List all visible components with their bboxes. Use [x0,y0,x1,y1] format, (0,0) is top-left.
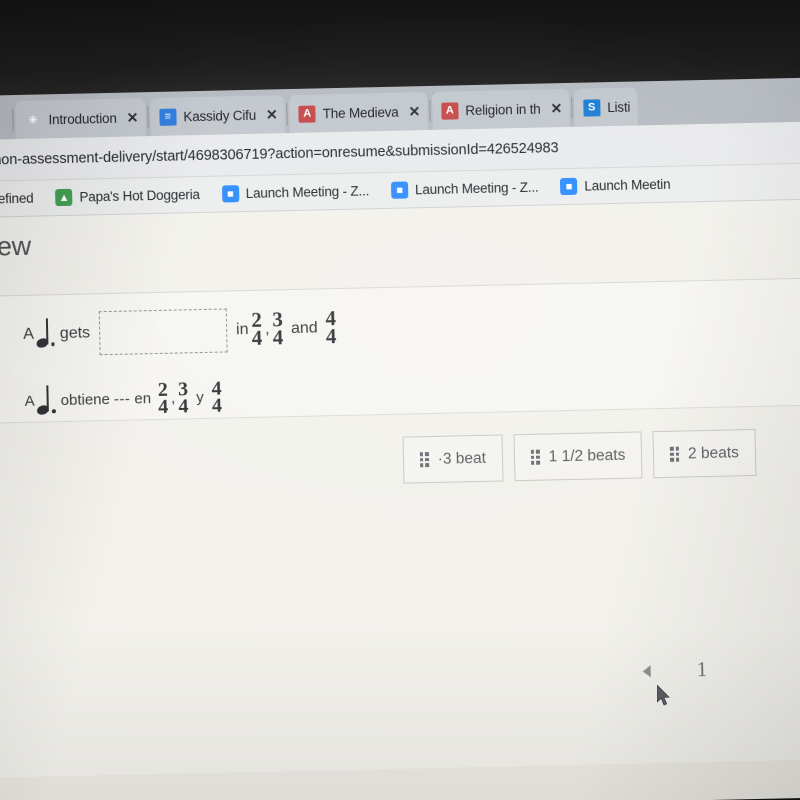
dotted-quarter-note-icon [35,385,59,417]
document-icon: ≡ [159,108,177,126]
bookmark-label: Launch Meeting - Z... [245,183,370,202]
time-signature-4-4: 4 4 [211,378,223,417]
bookmark-label: Papa's Hot Doggeria [79,187,200,205]
time-signature-bottom: 4 [272,325,284,350]
page-number: 1 [696,657,708,682]
answer-dropzone[interactable] [98,308,228,356]
zoom-icon: ■ [221,185,239,203]
time-signature-bottom: 4 [158,395,169,418]
tab-label: The Medieva [322,104,399,121]
time-signature-bottom: 4 [251,325,263,350]
tab-separator [12,109,14,132]
time-signature-3-4: 3 4 [272,308,284,350]
time-signature-bottom: 4 [325,324,337,349]
tab-label: Introduction [48,110,117,127]
screen-photo: ✕ ☀ Introduction ✕ ≡ Kassidy Cifu ✕ A Th… [0,0,800,800]
question-line-english: A gets in 2 4 , 3 4 and 4 4 [23,306,340,357]
browser-tab-listing[interactable]: S Listi [573,87,638,127]
bookmark-launch-meeting-3[interactable]: ■ Launch Meetin [549,167,682,205]
browser-window: ✕ ☀ Introduction ✕ ≡ Kassidy Cifu ✕ A Th… [0,77,800,800]
answer-option-1-1-2-beats[interactable]: 1 1/2 beats [513,431,643,482]
separator: , [170,389,176,407]
tab-label: Religion in th [465,101,541,118]
browser-tab-the-medieval[interactable]: A The Medieva ✕ [289,92,428,134]
dotted-quarter-note-icon [34,318,59,350]
assessment-page: eview A gets in 2 4 , 3 4 and 4 4 A obti… [0,198,800,800]
bookmark-launch-meeting-2[interactable]: ■ Launch Meeting - Z... [380,169,550,208]
question-connector: in [235,320,249,339]
question-prefix: A [23,325,35,343]
time-signature-2-4: 2 4 [251,308,263,350]
answer-option-2-beats[interactable]: 2 beats [652,428,757,479]
tab-separator [147,106,149,129]
tab-separator [570,96,573,119]
browser-tab-kassidy-cifu[interactable]: ≡ Kassidy Cifu ✕ [149,95,286,137]
bookmark-undefined[interactable]: ndefined [0,180,45,217]
question-line-spanish: A obtiene --- en 2 4 , 3 4 y 4 4 [24,378,225,419]
pagination: 1 [642,657,707,683]
close-icon[interactable]: ✕ [263,106,278,123]
time-signature-bottom: 4 [178,395,189,418]
adobe-icon: A [298,104,316,123]
bookmark-label: Launch Meeting - Z... [414,179,539,198]
drag-handle-icon[interactable] [670,447,680,462]
footer-band [0,758,800,800]
tab-separator [286,103,288,126]
answer-option-label: 2 beats [687,443,740,462]
bookmark-papas-hot-doggeria[interactable]: ▲ Papa's Hot Doggeria [44,177,211,216]
answer-blank: --- [113,390,131,409]
browser-tab-introduction[interactable]: ☀ Introduction ✕ [15,98,146,140]
time-signature-4-4: 4 4 [325,306,337,349]
separator: , [264,320,270,338]
tab-label: Listi [607,99,631,115]
bookmark-launch-meeting-1[interactable]: ■ Launch Meeting - Z... [210,173,380,212]
zoom-icon: ■ [390,181,409,199]
bookmark-label: Launch Meetin [584,176,671,194]
close-icon[interactable]: ✕ [405,103,420,120]
previous-page-icon[interactable] [642,664,651,677]
question-prefix: A [24,392,35,411]
time-signature-3-4: 3 4 [178,378,189,418]
time-signature-bottom: 4 [211,394,223,417]
conjunction: and [290,319,318,338]
page-title: eview [0,230,32,263]
tab-close-icon-offscreen[interactable]: ✕ [0,101,11,140]
drag-handle-icon[interactable] [530,450,540,465]
skype-icon: S [583,98,601,117]
drag-handle-icon[interactable] [419,452,429,467]
adobe-icon: A [441,101,459,120]
close-icon[interactable]: ✕ [123,109,138,126]
bookmark-label: ndefined [0,190,34,207]
conjunction: y [196,389,204,407]
zoom-icon: ■ [560,177,578,196]
url-text: ommon-assessment-delivery/start/46983067… [0,139,559,169]
tab-label: Kassidy Cifu [183,107,257,124]
close-icon[interactable]: ✕ [547,100,562,117]
question-connector: en [134,390,152,408]
answer-option-label: 1 1/2 beats [548,446,626,465]
answer-option-label: ·3 beat [437,449,487,468]
answer-option-3-beat[interactable]: ·3 beat [402,434,504,484]
mouse-cursor [657,685,670,706]
question-verb: gets [59,324,91,343]
browser-tab-religion[interactable]: A Religion in th ✕ [431,88,570,130]
time-signature-2-4: 2 4 [158,379,169,418]
question-verb: obtiene [60,391,111,410]
tab-separator [429,99,431,122]
papas-hot-doggeria-icon: ▲ [55,188,73,207]
answer-options: ·3 beat 1 1/2 beats 2 beats [402,428,757,484]
globe-icon: ☀ [27,114,39,127]
